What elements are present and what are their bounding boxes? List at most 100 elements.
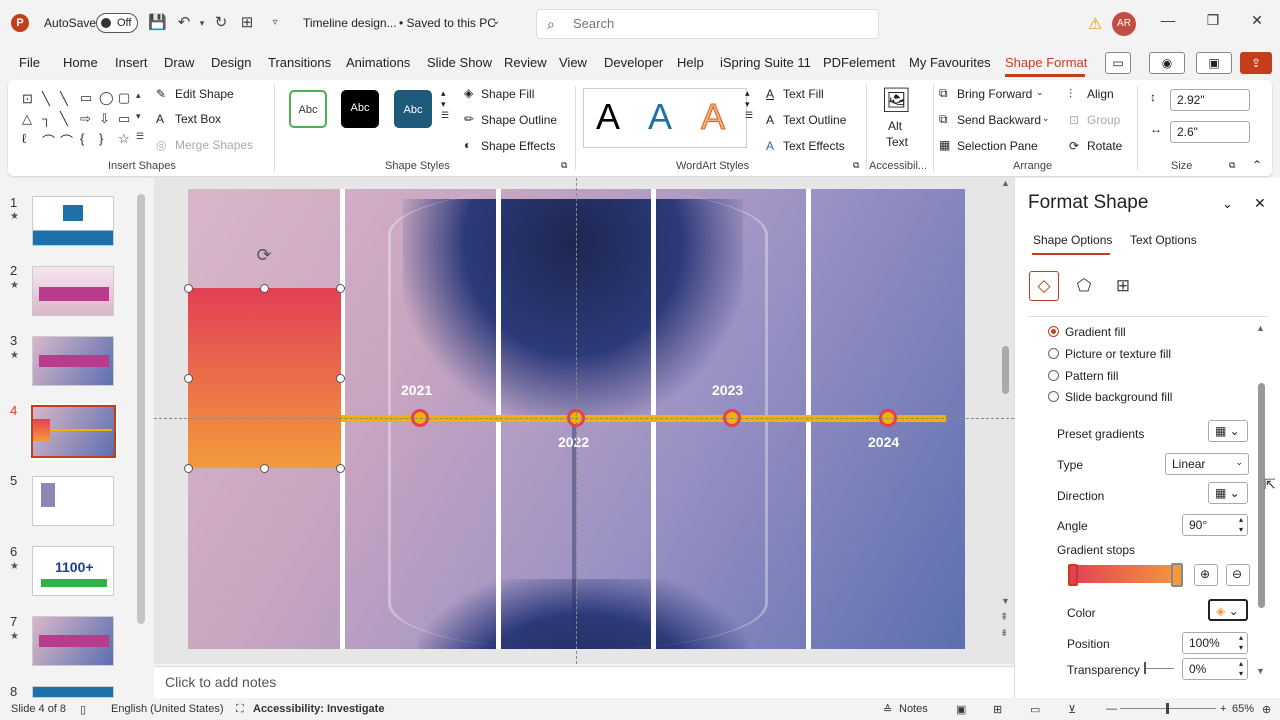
- tab-help[interactable]: Help: [677, 55, 704, 70]
- notes-area[interactable]: Click to add notes: [154, 666, 1014, 698]
- undo-dropdown-icon[interactable]: ▾: [193, 14, 211, 32]
- text-effects-button[interactable]: Text Effects: [783, 139, 845, 153]
- tab-view[interactable]: View: [559, 55, 587, 70]
- reading-view-icon[interactable]: ▭: [1030, 703, 1040, 716]
- alt-text-label-2[interactable]: Text: [886, 135, 908, 149]
- thumbs-scrollbar[interactable]: [137, 194, 145, 624]
- text-box-icon[interactable]: A: [156, 112, 164, 126]
- style-preset-3[interactable]: Abc: [394, 90, 432, 128]
- star-shape-icon[interactable]: ☆: [118, 131, 130, 147]
- tab-text-options[interactable]: Text Options: [1130, 233, 1197, 247]
- preset-gradients-dropdown[interactable]: ▦ ⌄: [1208, 420, 1248, 442]
- search-box[interactable]: ⌕: [536, 9, 879, 39]
- radio-gradient-fill[interactable]: Gradient fill: [1048, 325, 1126, 339]
- tab-my-favourites[interactable]: My Favourites: [909, 55, 991, 70]
- slide-thumb-5[interactable]: [32, 476, 114, 526]
- shape-outline-button[interactable]: Shape Outline: [481, 113, 557, 127]
- present-teams-icon[interactable]: ▣: [1196, 52, 1232, 74]
- style-preset-2[interactable]: Abc: [341, 90, 379, 128]
- gallery-up-icon[interactable]: ▴: [136, 90, 141, 101]
- add-stop-icon[interactable]: ⊕: [1194, 564, 1218, 586]
- radio-label[interactable]: Slide background fill: [1065, 390, 1172, 404]
- autosave-toggle[interactable]: Off: [96, 13, 138, 33]
- shape-effects-icon[interactable]: ◐: [464, 138, 471, 152]
- spin-icon[interactable]: ▴ ▾: [1239, 515, 1243, 535]
- tab-transitions[interactable]: Transitions: [268, 55, 331, 70]
- rotate-button[interactable]: Rotate: [1087, 139, 1122, 153]
- line-shape-icon[interactable]: ╲: [42, 91, 50, 107]
- text-box-button[interactable]: Text Box: [175, 112, 221, 126]
- save-status[interactable]: • Saved to this PC: [399, 16, 496, 30]
- arc-shape-icon[interactable]: ⌒: [60, 131, 73, 150]
- zoom-slider-thumb[interactable]: [1166, 703, 1169, 714]
- tab-review[interactable]: Review: [504, 55, 547, 70]
- selection-pane-button[interactable]: Selection Pane: [957, 139, 1038, 153]
- tab-pdfelement[interactable]: PDFelement: [823, 55, 895, 70]
- accessibility-status[interactable]: Accessibility: Investigate: [253, 703, 384, 715]
- position-input[interactable]: 100% ▴ ▾: [1182, 632, 1248, 654]
- gallery-more-icon[interactable]: ☰: [136, 131, 144, 142]
- share-icon[interactable]: ⇪: [1240, 52, 1272, 74]
- notes-icon[interactable]: ≙: [883, 703, 892, 716]
- scroll-thumb[interactable]: [1002, 346, 1009, 394]
- tab-developer[interactable]: Developer: [604, 55, 663, 70]
- slide-counter[interactable]: Slide 4 of 8: [11, 703, 66, 715]
- slide-thumb-8[interactable]: [32, 686, 114, 698]
- save-icon[interactable]: 💾: [148, 14, 167, 32]
- edit-shape-icon[interactable]: ✎: [156, 87, 166, 101]
- radio-selected-icon[interactable]: [1048, 326, 1059, 337]
- scroll-down-icon[interactable]: ▼: [1001, 596, 1010, 606]
- gradient-stop-end[interactable]: [1171, 563, 1183, 587]
- pane-options-chevron-icon[interactable]: ⌄: [1222, 196, 1233, 212]
- size-launcher-icon[interactable]: ⧉: [1229, 160, 1235, 171]
- chevron-down-icon[interactable]: ⌄: [492, 16, 500, 27]
- height-input[interactable]: 2.92": [1170, 89, 1250, 111]
- curve-shape-icon[interactable]: ⌒: [42, 131, 55, 150]
- comments-icon[interactable]: ▭: [1105, 52, 1131, 74]
- undo-icon[interactable]: ↶: [175, 14, 193, 32]
- accessibility-icon[interactable]: ⛶: [236, 703, 244, 716]
- triangle-shape-icon[interactable]: △: [22, 111, 32, 127]
- zoom-out-icon[interactable]: —: [1106, 703, 1117, 715]
- collapse-ribbon-icon[interactable]: ⌃: [1252, 158, 1262, 172]
- effects-icon[interactable]: ⬠: [1069, 271, 1099, 301]
- radio-picture-fill[interactable]: Picture or texture fill: [1048, 347, 1171, 361]
- avatar[interactable]: AR: [1112, 12, 1136, 36]
- shape-outline-icon[interactable]: ✏: [464, 112, 474, 126]
- prev-slide-icon[interactable]: ⇞: [1000, 612, 1008, 623]
- edit-shape-button[interactable]: Edit Shape: [175, 87, 234, 101]
- year-label[interactable]: 2022: [558, 434, 589, 450]
- tab-slide-show[interactable]: Slide Show: [427, 55, 492, 70]
- record-icon[interactable]: ◉: [1149, 52, 1185, 74]
- rotate-handle-icon[interactable]: ⟳: [254, 245, 274, 265]
- resize-handle[interactable]: [184, 464, 193, 473]
- spell-check-icon[interactable]: ▯: [80, 703, 86, 716]
- shape-fill-icon[interactable]: ◈: [464, 86, 473, 100]
- radio-pattern-fill[interactable]: Pattern fill: [1048, 369, 1118, 383]
- text-outline-icon[interactable]: A: [766, 113, 774, 127]
- wordart-style-3[interactable]: A: [700, 96, 725, 138]
- next-slide-icon[interactable]: ⇟: [1000, 628, 1008, 639]
- tab-shape-format[interactable]: Shape Format: [1005, 55, 1087, 70]
- tab-design[interactable]: Design: [211, 55, 251, 70]
- wordart-launcher-icon[interactable]: ⧉: [853, 160, 859, 171]
- radio-icon[interactable]: [1048, 370, 1059, 381]
- editor-scrollbar[interactable]: ▲ ▼ ⇞ ⇟: [1000, 178, 1012, 664]
- remove-stop-icon[interactable]: ⊖: [1226, 564, 1250, 586]
- year-label[interactable]: 2023: [712, 382, 743, 398]
- wordart-style-2[interactable]: A: [648, 96, 672, 138]
- gradient-stop-start[interactable]: [1068, 564, 1078, 586]
- tab-ispring[interactable]: iSpring Suite 11: [720, 55, 811, 70]
- resize-handle[interactable]: [260, 284, 269, 293]
- fill-line-icon[interactable]: ◇: [1029, 271, 1059, 301]
- tab-draw[interactable]: Draw: [164, 55, 194, 70]
- tab-home[interactable]: Home: [63, 55, 98, 70]
- language-status[interactable]: English (United States): [111, 703, 224, 715]
- selection-pane-icon[interactable]: ▦: [939, 138, 950, 152]
- bring-forward-button[interactable]: Bring Forward: [957, 87, 1032, 101]
- tab-animations[interactable]: Animations: [346, 55, 410, 70]
- textbox-shape-icon[interactable]: ⊡: [22, 91, 33, 107]
- radio-label[interactable]: Gradient fill: [1065, 325, 1126, 339]
- normal-view-icon[interactable]: ▣: [956, 703, 966, 716]
- send-backward-button[interactable]: Send Backward: [957, 113, 1041, 127]
